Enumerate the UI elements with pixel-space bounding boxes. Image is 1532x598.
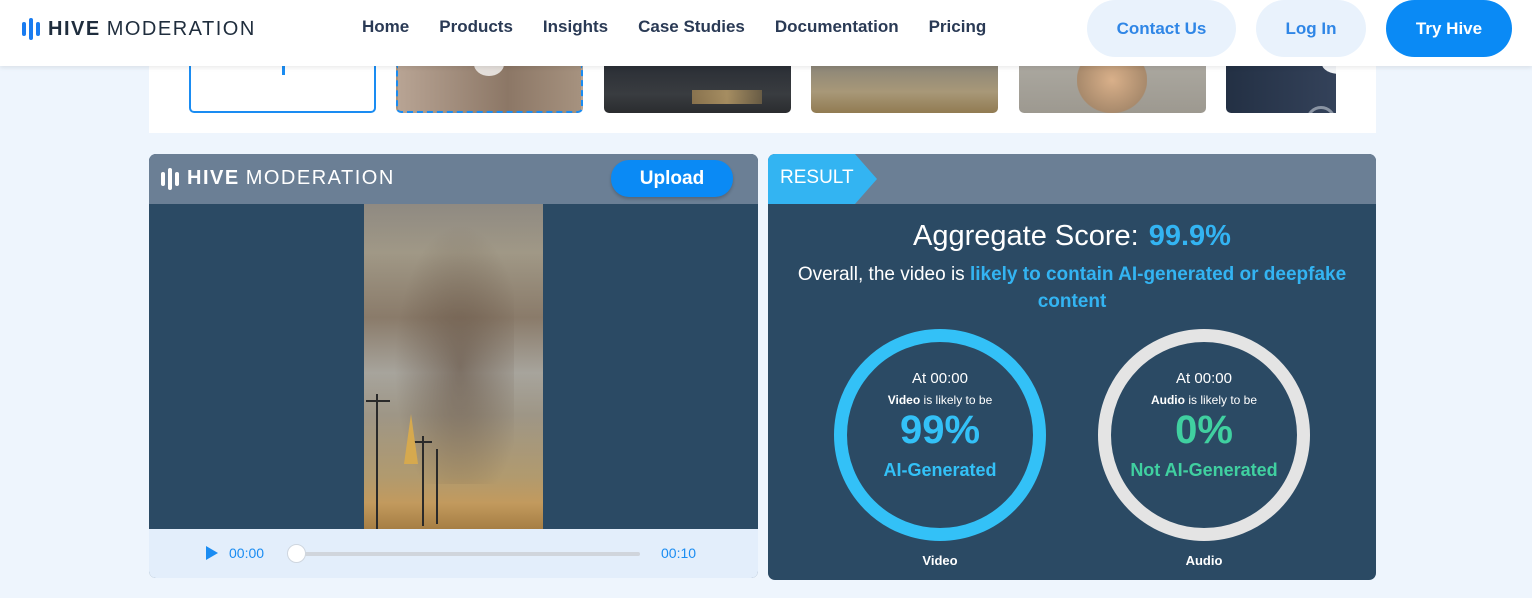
seek-handle[interactable] <box>287 544 306 563</box>
video-gauge-likely: Video is likely to be <box>887 393 993 407</box>
thumbnail-ring-icon <box>1306 106 1336 113</box>
aggregate-score-value: 99.9% <box>1148 220 1231 252</box>
video-gauge-label: AI-Generated <box>883 460 997 480</box>
media-panel: HIVE MODERATION Upload 00:00 00:10 <box>149 154 758 578</box>
aggregate-score-label: Aggregate Score: <box>913 220 1139 252</box>
result-panel-header: RESULT <box>768 154 1376 204</box>
panel-logo-text: HIVE MODERATION <box>187 167 395 189</box>
top-navbar: HIVE MODERATION Home Products Insights Ca… <box>0 0 1532 66</box>
nav-link-insights[interactable]: Insights <box>543 17 608 37</box>
panel-hive-logo: HIVE MODERATION <box>161 167 395 190</box>
aggregate-score: Aggregate Score: 99.9% <box>768 220 1376 253</box>
hive-logo-icon <box>161 167 179 190</box>
nav-links: Home Products Insights Case Studies Docu… <box>362 17 986 37</box>
video-gauge-time: At 00:00 <box>912 370 968 387</box>
nav-link-documentation[interactable]: Documentation <box>775 17 899 37</box>
nav-link-products[interactable]: Products <box>439 17 513 37</box>
contact-us-button[interactable]: Contact Us <box>1087 0 1236 57</box>
audio-gauge-label: Not AI-Generated <box>1130 460 1278 480</box>
upload-marker <box>282 66 285 75</box>
media-panel-header: HIVE MODERATION Upload <box>149 154 758 204</box>
thumbnail-partial[interactable] <box>1226 66 1336 113</box>
thumbnail-crowd-painting[interactable] <box>811 66 998 113</box>
overall-prefix: Overall, the video is <box>797 264 965 285</box>
audio-gauge-caption: Audio <box>1185 553 1223 568</box>
nav-link-pricing[interactable]: Pricing <box>929 17 987 37</box>
hive-logo[interactable]: HIVE MODERATION <box>22 17 256 41</box>
video-gauge-caption: Video <box>922 553 958 568</box>
video-controls: 00:00 00:10 <box>149 529 758 578</box>
audio-gauge: At 00:00 Audio is likely to be 0% Not AI… <box>1098 329 1310 541</box>
video-viewport <box>149 204 758 529</box>
carousel-next-icon[interactable] <box>1322 66 1336 74</box>
result-panel: RESULT Aggregate Score: 99.9% Overall, th… <box>768 154 1376 580</box>
duration-time: 00:10 <box>661 545 697 561</box>
sample-thumbnail-strip <box>149 66 1376 133</box>
hive-logo-icon <box>22 18 40 40</box>
video-gauge-percent: 99% <box>899 408 981 452</box>
thumbnail-cat[interactable] <box>1019 66 1206 113</box>
seek-track[interactable] <box>296 552 640 556</box>
nav-link-home[interactable]: Home <box>362 17 409 37</box>
thumbnail-play-icon <box>474 66 504 76</box>
play-icon[interactable] <box>206 546 218 560</box>
result-tag: RESULT <box>768 154 877 204</box>
video-frame-tornado[interactable] <box>364 204 543 529</box>
overall-verdict-text: likely to contain AI-generated or deepfa… <box>969 264 1347 312</box>
nav-link-case-studies[interactable]: Case Studies <box>638 17 745 37</box>
thumbnail-tornado-selected[interactable] <box>396 66 583 113</box>
current-time: 00:00 <box>229 545 265 561</box>
thumbnail-night-city[interactable] <box>604 66 791 113</box>
overall-verdict: Overall, the video is likely to contain … <box>788 261 1356 315</box>
log-in-button[interactable]: Log In <box>1256 0 1366 57</box>
hive-logo-text: HIVE MODERATION <box>48 17 256 40</box>
try-hive-button[interactable]: Try Hive <box>1386 0 1512 57</box>
audio-gauge-time: At 00:00 <box>1176 370 1232 387</box>
upload-button[interactable]: Upload <box>611 160 733 197</box>
video-gauge: At 00:00 Video is likely to be 99% AI-Ge… <box>834 329 1046 541</box>
thumbnail-upload-slot[interactable] <box>189 66 376 113</box>
audio-gauge-percent: 0% <box>1175 408 1233 452</box>
audio-gauge-likely: Audio is likely to be <box>1150 393 1258 407</box>
